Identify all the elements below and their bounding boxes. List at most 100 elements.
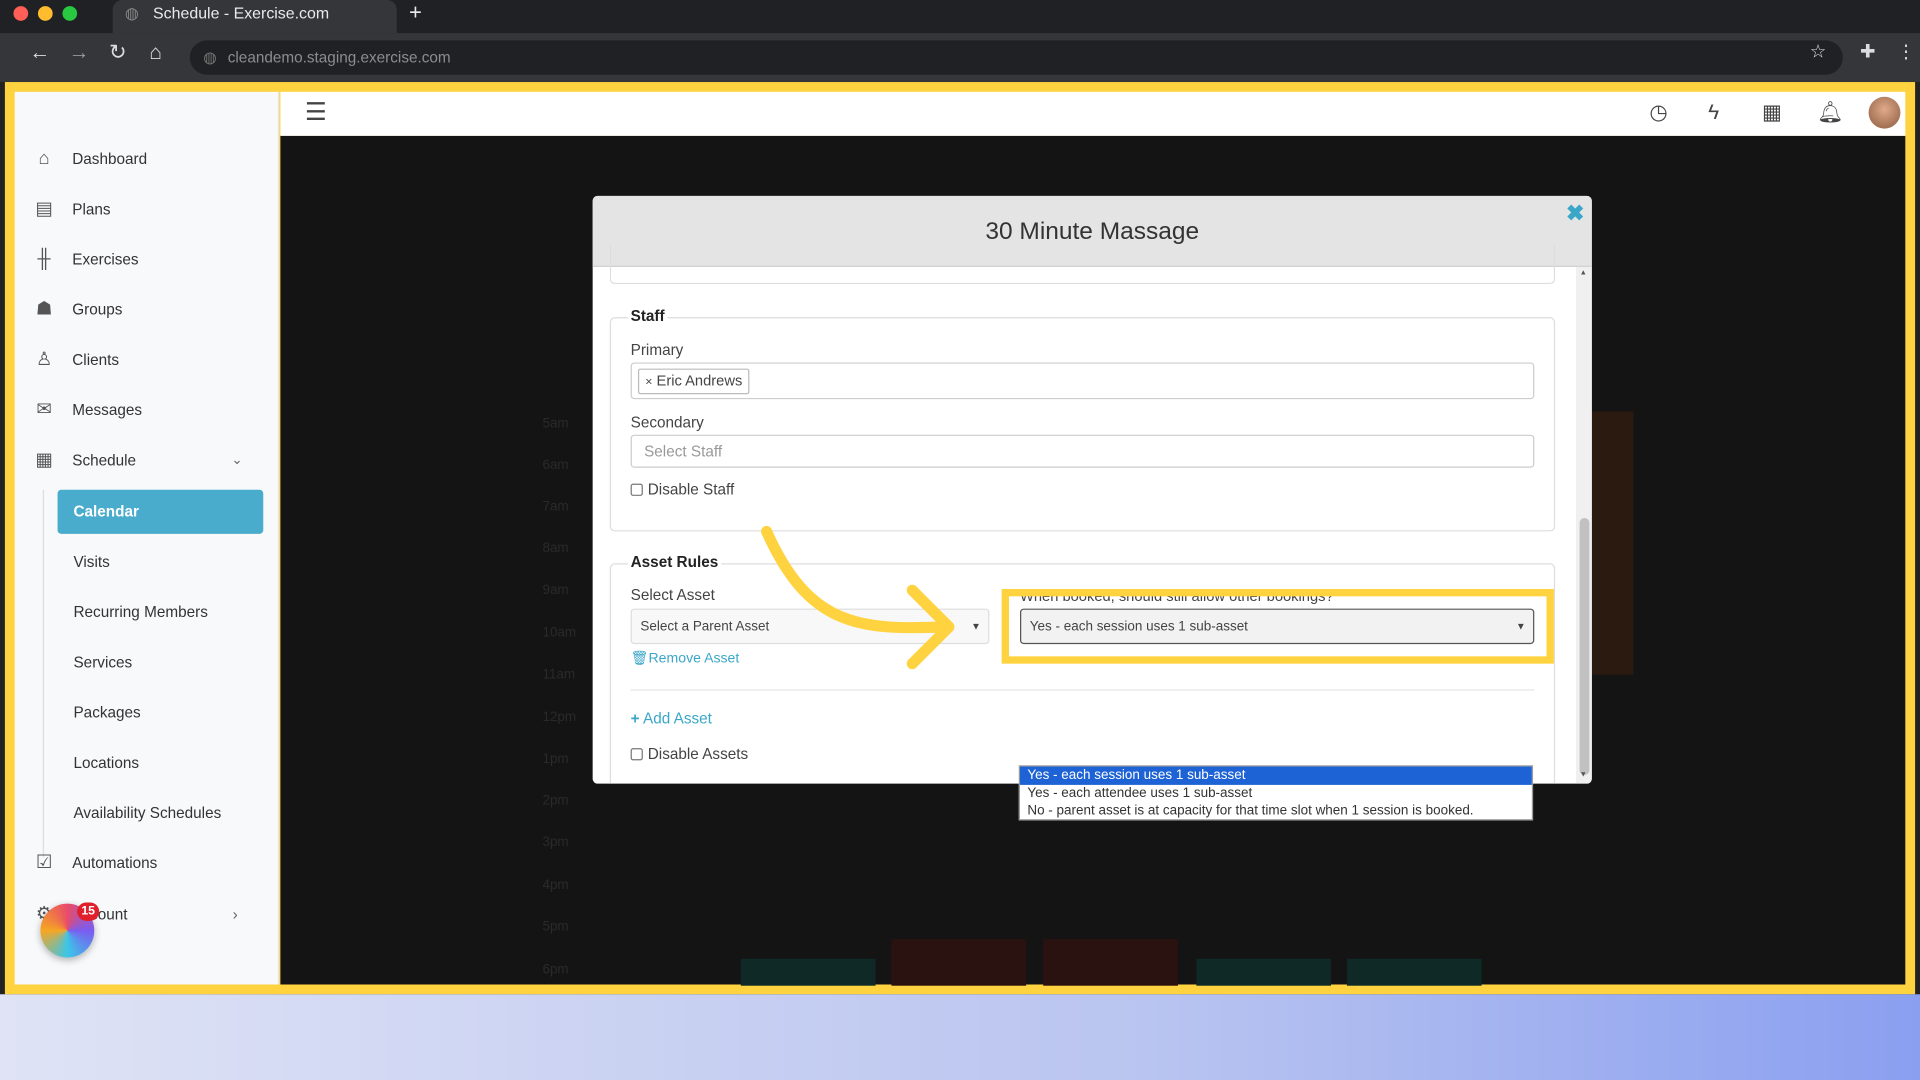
- time-label: 2pm: [542, 793, 569, 809]
- sidebar-item-schedule[interactable]: ▦ Schedule ⌄: [15, 446, 279, 475]
- secondary-staff-input[interactable]: Select Staff: [630, 434, 1535, 468]
- calendar-event: [1346, 958, 1482, 986]
- staff-fieldset: [609, 317, 1556, 532]
- trash-icon: 🗑︎: [630, 651, 649, 667]
- dropdown-option[interactable]: Yes - each attendee uses 1 sub-asset: [1020, 784, 1532, 802]
- sidebar-item-messages[interactable]: ✉ Messages: [15, 396, 279, 425]
- top-header: ☰ ◷ ϟ ▦ 🔔︎: [280, 91, 1906, 136]
- calendar-event: [1043, 939, 1178, 986]
- primary-staff-input[interactable]: × Eric Andrews: [630, 362, 1535, 400]
- sidebar-item-groups[interactable]: ☗ Groups: [15, 295, 279, 324]
- time-label: 3pm: [542, 835, 569, 850]
- dumbbell-icon: ╫: [37, 248, 51, 270]
- minimize-window-button[interactable]: [37, 6, 53, 21]
- bookmark-star-icon[interactable]: ☆: [1810, 40, 1826, 63]
- service-modal: 30 Minute Massage ✖ Staff Primary × Eric…: [592, 195, 1592, 784]
- sidebar-item-dashboard[interactable]: ⌂ Dashboard: [15, 144, 279, 173]
- staff-legend: Staff: [628, 307, 668, 325]
- plus-icon: +: [630, 710, 640, 728]
- disable-staff-checkbox[interactable]: Disable Staff: [630, 481, 734, 498]
- previous-fieldset: [609, 244, 1556, 285]
- desktop-background: [0, 994, 1920, 1080]
- chevron-down-icon: ⌄: [231, 453, 243, 468]
- hamburger-menu-icon[interactable]: ☰: [305, 97, 327, 128]
- select-asset-label: Select Asset: [630, 586, 715, 604]
- time-label: 4pm: [542, 877, 569, 893]
- sidebar-item-automations[interactable]: ☑ Automations: [15, 849, 279, 878]
- address-toolbar: ← → ↻ ⌂ ◍ cleandemo.staging.exercise.com …: [0, 33, 1920, 83]
- avatar[interactable]: [1868, 96, 1901, 129]
- clock-icon[interactable]: ◷: [1649, 100, 1667, 124]
- staff-tag: × Eric Andrews: [637, 368, 750, 395]
- modal-scrollbar[interactable]: ▲ ▼: [1575, 266, 1592, 784]
- scroll-down-icon[interactable]: ▼: [1580, 771, 1587, 778]
- menu-kebab-icon[interactable]: ⋮: [1897, 40, 1915, 63]
- sidebar-item-locations[interactable]: Locations: [73, 754, 139, 771]
- sidebar-item-services[interactable]: Services: [73, 654, 132, 671]
- calendar-event: [1196, 958, 1332, 986]
- url-bar[interactable]: ◍ cleandemo.staging.exercise.com: [189, 40, 1843, 75]
- tag-remove-icon[interactable]: ×: [645, 376, 652, 389]
- calendar-icon: ▦: [35, 449, 53, 471]
- sidebar-item-plans[interactable]: ▤ Plans: [15, 195, 279, 224]
- globe-icon: ◍: [124, 3, 139, 23]
- secondary-label: Secondary: [630, 413, 704, 432]
- sidebar-item-calendar[interactable]: Calendar: [57, 489, 264, 534]
- submenu-divider: [42, 489, 45, 858]
- time-label: 7am: [542, 499, 569, 515]
- home-icon[interactable]: ⌂: [149, 40, 162, 64]
- clipboard-icon: ▤: [35, 198, 53, 220]
- dropdown-option[interactable]: No - parent asset is at capacity for tha…: [1020, 802, 1532, 820]
- add-asset-link[interactable]: + Add Asset: [631, 710, 712, 727]
- time-label: 5pm: [542, 919, 569, 935]
- sidebar-item-clients[interactable]: ♙ Clients: [15, 345, 279, 374]
- home-icon: ⌂: [38, 148, 50, 169]
- notification-badge: 15: [77, 902, 100, 921]
- time-label: 9am: [542, 582, 569, 598]
- grid-icon[interactable]: ▦: [1762, 100, 1782, 124]
- time-label: 10am: [542, 625, 577, 641]
- bell-icon[interactable]: 🔔︎: [1817, 100, 1843, 124]
- primary-label: Primary: [630, 341, 684, 359]
- reload-icon[interactable]: ↻: [109, 40, 126, 64]
- maximize-window-button[interactable]: [62, 6, 78, 21]
- calendar-event: [891, 939, 1027, 986]
- browser-tab-bar: ◍ Schedule - Exercise.com +: [0, 0, 1920, 34]
- sidebar-item-exercises[interactable]: ╫ Exercises: [15, 245, 279, 274]
- lightning-icon[interactable]: ϟ: [1708, 100, 1719, 124]
- dropdown-option[interactable]: Yes - each session uses 1 sub-asset: [1020, 766, 1532, 785]
- browser-tab[interactable]: ◍ Schedule - Exercise.com: [112, 0, 397, 34]
- scroll-up-icon[interactable]: ▲: [1580, 269, 1587, 276]
- time-label: 12pm: [542, 710, 577, 725]
- new-tab-button[interactable]: +: [409, 0, 422, 26]
- close-window-button[interactable]: [13, 6, 29, 21]
- time-label: 6pm: [542, 962, 569, 978]
- forward-icon[interactable]: →: [69, 40, 90, 64]
- highlight-box: [1001, 588, 1554, 664]
- remove-asset-link[interactable]: 🗑︎Remove Asset: [631, 649, 740, 666]
- asset-rules-legend: Asset Rules: [628, 553, 721, 571]
- close-icon[interactable]: ✖: [1566, 201, 1584, 227]
- sidebar-item-visits[interactable]: Visits: [73, 553, 109, 570]
- chevron-right-icon: ›: [232, 906, 238, 924]
- checkbox-icon: ☑: [35, 852, 53, 874]
- globe-icon: ◍: [203, 48, 217, 67]
- envelope-icon: ✉: [36, 399, 52, 421]
- sidebar-item-recurring-members[interactable]: Recurring Members: [73, 604, 207, 621]
- scrollbar-thumb[interactable]: [1579, 517, 1590, 776]
- checkbox[interactable]: [630, 483, 643, 496]
- users-icon: ☗: [35, 298, 53, 320]
- time-label: 5am: [542, 416, 569, 432]
- time-label: 1pm: [542, 751, 569, 767]
- time-label: 11am: [542, 667, 576, 683]
- extensions-icon[interactable]: ✚: [1860, 40, 1875, 63]
- annotation-arrow: [761, 525, 955, 670]
- back-icon[interactable]: ←: [29, 40, 50, 64]
- checkbox[interactable]: [630, 748, 643, 761]
- user-icon: ♙: [35, 348, 53, 370]
- booking-rule-dropdown: Yes - each session uses 1 sub-asset Yes …: [1018, 765, 1534, 821]
- disable-assets-checkbox[interactable]: Disable Assets: [630, 746, 748, 763]
- sidebar-item-packages[interactable]: Packages: [73, 704, 140, 721]
- sidebar-item-availability-schedules[interactable]: Availability Schedules: [73, 804, 221, 821]
- time-label: 6am: [542, 457, 569, 473]
